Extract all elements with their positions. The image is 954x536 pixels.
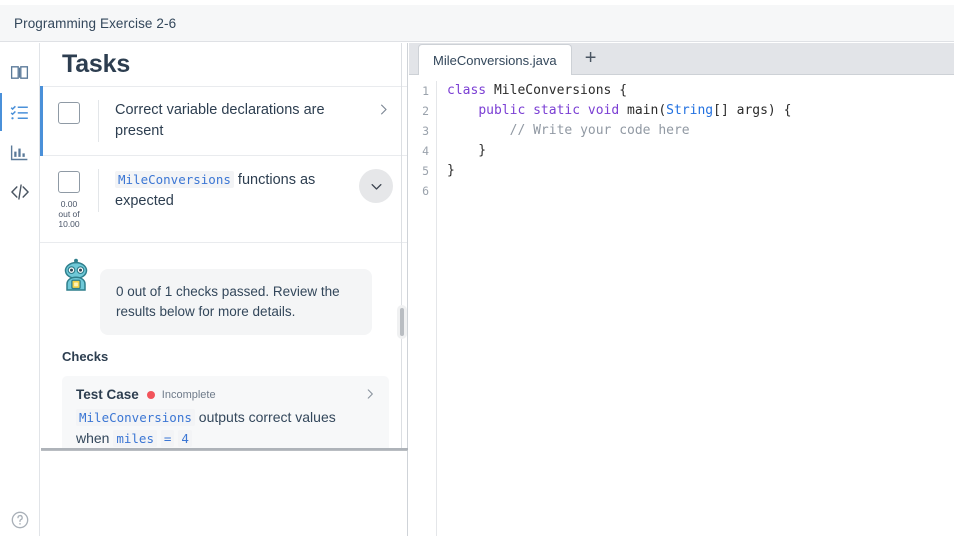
line-number: 2 [422,104,429,118]
sidebar-item-tasks[interactable] [0,93,39,131]
task-item-2[interactable]: 0.00 out of 10.00 MileConversions functi… [40,156,407,243]
task-1-check-column [40,100,98,124]
line-number: 1 [422,84,429,98]
task-2-title: MileConversions functions as expected [115,169,350,212]
plus-icon: + [584,47,597,69]
editor-line-number-gutter: 1 2 3 4 5 6 [409,81,437,536]
task-2-body: MileConversions functions as expected [98,169,359,212]
book-icon [10,65,29,79]
robot-avatar-icon [64,258,88,291]
check-1-operator: = [160,430,175,447]
sidebar-item-instructions[interactable] [0,53,39,91]
tab-label: MileConversions.java [433,52,557,68]
status-dot-icon [146,390,155,399]
chart-icon [10,145,28,160]
task-2-code-token: MileConversions [115,171,234,188]
code-line-3: // Write your code here [509,123,690,138]
app-root: Programming Exercise 2-6 Tasks Correct v… [0,0,954,536]
chevron-down-icon [371,183,381,190]
check-1-code-token-3: 4 [178,430,192,447]
code-line-4: } [447,143,487,158]
chevron-right-icon [381,104,387,115]
code-editor: MileConversions.java + 1 2 3 4 5 6 class… [409,43,954,536]
code-icon [10,184,29,200]
tasks-scrollbar[interactable] [396,43,408,448]
tasks-header: Tasks [40,43,407,86]
line-number: 4 [422,144,429,158]
new-tab-button[interactable]: + [572,43,610,74]
check-1-name: Test Case [76,387,139,402]
check-card-1[interactable]: Test Case Incomplete MileConversions out… [62,376,389,448]
bot-message-block: 0 out of 1 checks passed. Review the res… [40,243,407,343]
code-line-1: class MileConversions { [447,83,628,98]
chevron-right-icon [367,389,373,399]
output-panel [41,450,408,536]
left-icon-rail [0,43,40,536]
task-1-body: Correct variable declarations are presen… [98,100,376,142]
editor-code-area[interactable]: 1 2 3 4 5 6 class MileConversions { publ… [409,75,954,536]
checks-heading: Checks [62,349,109,364]
task-2-check-column: 0.00 out of 10.00 [40,169,98,229]
task-2-score: 0.00 out of 10.00 [58,199,80,229]
scrollbar-thumb[interactable] [397,305,407,339]
scrollbar-track-line [401,43,402,448]
checks-section: Checks Test Case Incomplete MileConversi… [40,343,407,448]
check-1-header: Test Case Incomplete [76,387,375,402]
status-badge: Incomplete [161,388,216,401]
app-header: Programming Exercise 2-6 [0,5,954,42]
check-1-expand-affordance[interactable] [363,387,377,406]
sidebar-item-code[interactable] [0,173,39,211]
check-1-code-token-1: MileConversions [76,409,195,426]
help-button[interactable] [10,510,30,530]
task-1-title: Correct variable declarations are presen… [115,102,325,139]
code-line-2: public static void main(String[] args) { [478,103,792,118]
check-1-description: MileConversions outputs correct values w… [76,407,356,448]
task-2-collapse-button[interactable] [359,169,393,203]
line-number: 3 [422,124,429,138]
tasks-panel: Tasks Correct variable declarations are … [40,43,408,448]
line-number: 5 [422,164,429,178]
task-1-expand-affordance[interactable] [376,100,397,122]
bot-message-text: 0 out of 1 checks passed. Review the res… [100,269,372,335]
editor-code-lines[interactable]: class MileConversions { public static vo… [437,81,954,536]
question-mark-icon [11,511,29,529]
task-1-checkbox[interactable] [58,102,80,124]
check-1-code-token-2: miles [113,430,157,447]
task-2-checkbox[interactable] [58,171,80,193]
avatar [58,257,94,293]
task-item-1[interactable]: Correct variable declarations are presen… [40,86,407,156]
checklist-icon [10,105,28,119]
tasks-heading: Tasks [62,50,131,78]
code-line-5: } [447,163,455,178]
task-list: Correct variable declarations are presen… [40,86,407,448]
line-number: 6 [422,184,429,198]
editor-tabbar: MileConversions.java + [409,43,954,75]
page-title: Programming Exercise 2-6 [14,15,177,31]
sidebar-item-progress[interactable] [0,133,39,171]
tab-mileconversions-java[interactable]: MileConversions.java [418,44,572,75]
